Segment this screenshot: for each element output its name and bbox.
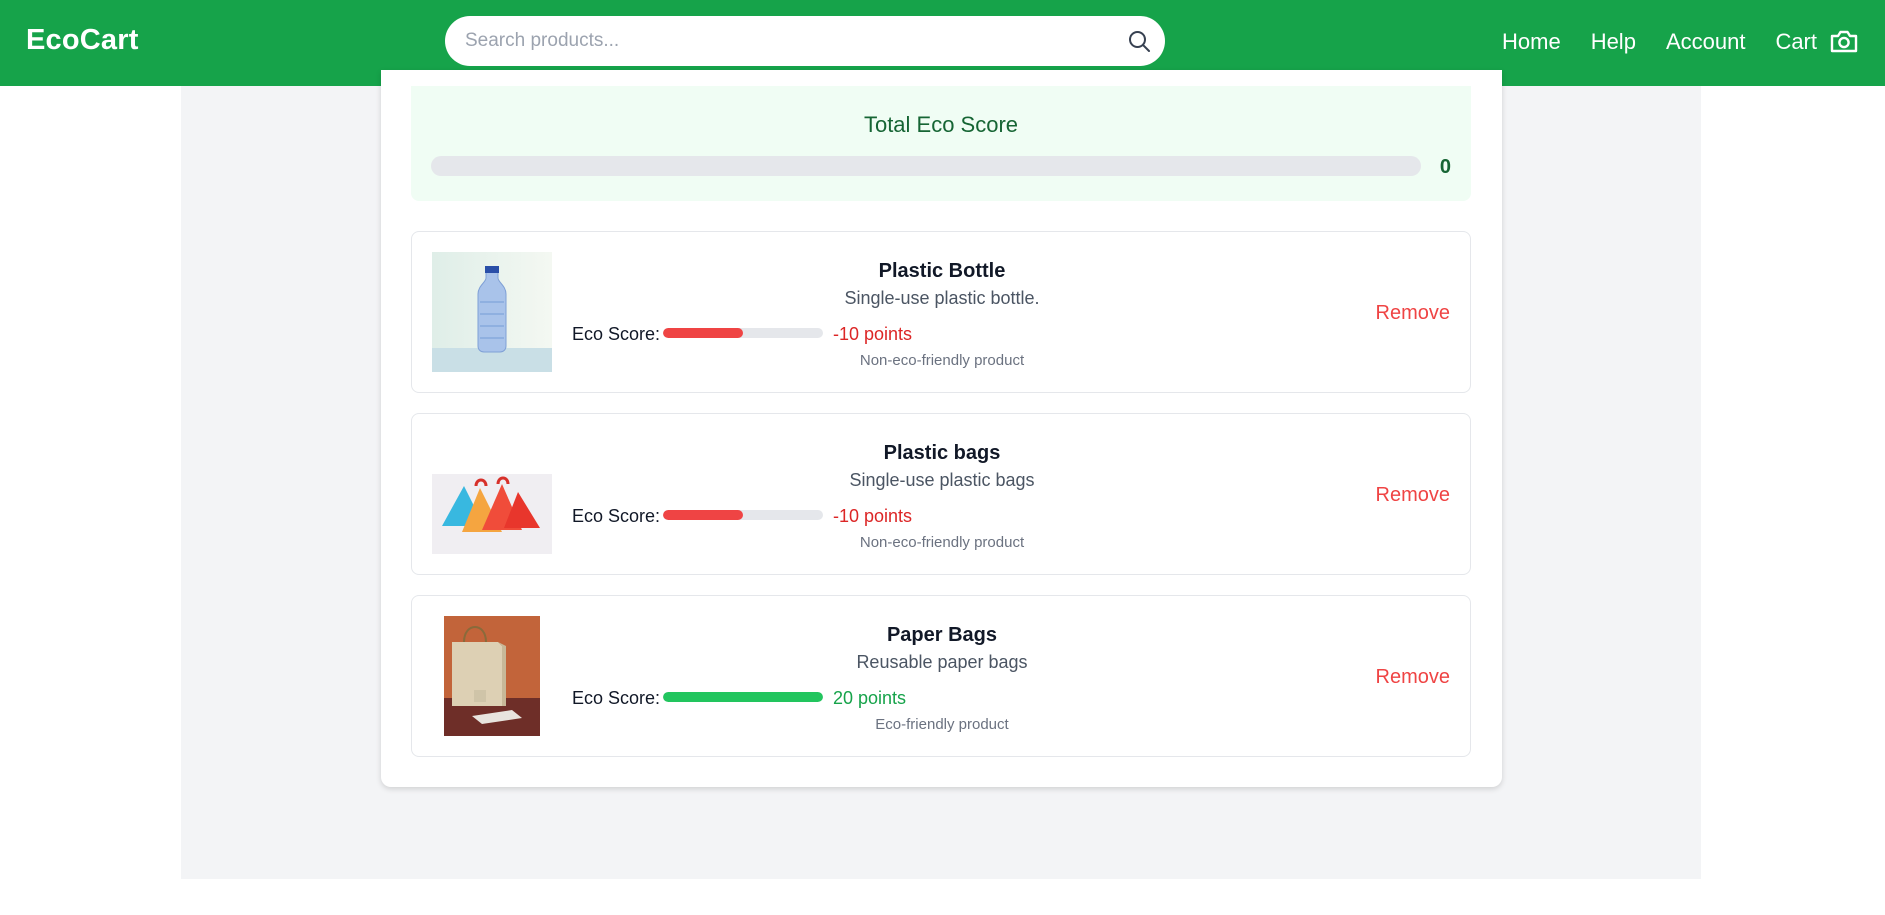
eco-note: Eco-friendly product	[875, 716, 1009, 733]
eco-score-label: Eco Score:	[572, 688, 661, 708]
remove-button[interactable]: Remove	[1376, 484, 1450, 507]
cart-item: Plastic Bottle Single-use plastic bottle…	[411, 231, 1471, 393]
search-icon[interactable]	[1127, 29, 1151, 53]
eco-score-bar	[663, 328, 823, 338]
plastic-bottle-image	[432, 252, 552, 372]
item-description: Reusable paper bags	[856, 652, 1028, 672]
remove-button[interactable]: Remove	[1376, 302, 1450, 325]
cart-item: Plastic bags Single-use plastic bags Eco…	[411, 413, 1471, 575]
eco-note: Non-eco-friendly product	[859, 352, 1025, 369]
plastic-bags-image	[432, 434, 552, 554]
camera-icon[interactable]	[1829, 28, 1859, 54]
cart-item: Paper Bags Reusable paper bags Eco Score…	[411, 595, 1471, 757]
total-eco-score-title: Total Eco Score	[863, 112, 1019, 137]
eco-score-bar	[663, 510, 823, 520]
eco-score-points: 20 points	[833, 688, 907, 708]
search-input[interactable]	[445, 16, 1105, 66]
item-name: Paper Bags	[886, 624, 998, 646]
eco-score-points: -10 points	[833, 506, 913, 526]
nav-help-link[interactable]: Help	[1591, 29, 1636, 55]
item-name: Plastic bags	[883, 442, 1001, 464]
total-eco-score-bar	[431, 156, 1421, 176]
main-nav: Home Help Account Cart	[1472, 29, 1817, 55]
eco-score-fill	[663, 692, 823, 702]
total-eco-score-box: Total Eco Score 0	[411, 86, 1471, 201]
eco-score-label: Eco Score:	[572, 506, 661, 526]
item-description: Single-use plastic bottle.	[844, 288, 1040, 308]
eco-score-fill	[663, 510, 743, 520]
remove-button[interactable]: Remove	[1376, 666, 1450, 689]
eco-note: Non-eco-friendly product	[859, 534, 1025, 551]
eco-score-label: Eco Score:	[572, 324, 661, 344]
total-eco-score-value: 0	[1439, 156, 1451, 178]
item-name: Plastic Bottle	[878, 260, 1006, 282]
search-bar	[445, 16, 1165, 66]
nav-account-link[interactable]: Account	[1666, 29, 1746, 55]
item-description: Single-use plastic bags	[849, 470, 1035, 490]
logo[interactable]: EcoCart	[26, 24, 139, 57]
paper-bag-image	[432, 616, 552, 736]
nav-cart-link[interactable]: Cart	[1775, 29, 1817, 55]
eco-score-points: -10 points	[833, 324, 913, 344]
eco-score-bar	[663, 692, 823, 702]
eco-score-fill	[663, 328, 743, 338]
nav-home-link[interactable]: Home	[1502, 29, 1561, 55]
